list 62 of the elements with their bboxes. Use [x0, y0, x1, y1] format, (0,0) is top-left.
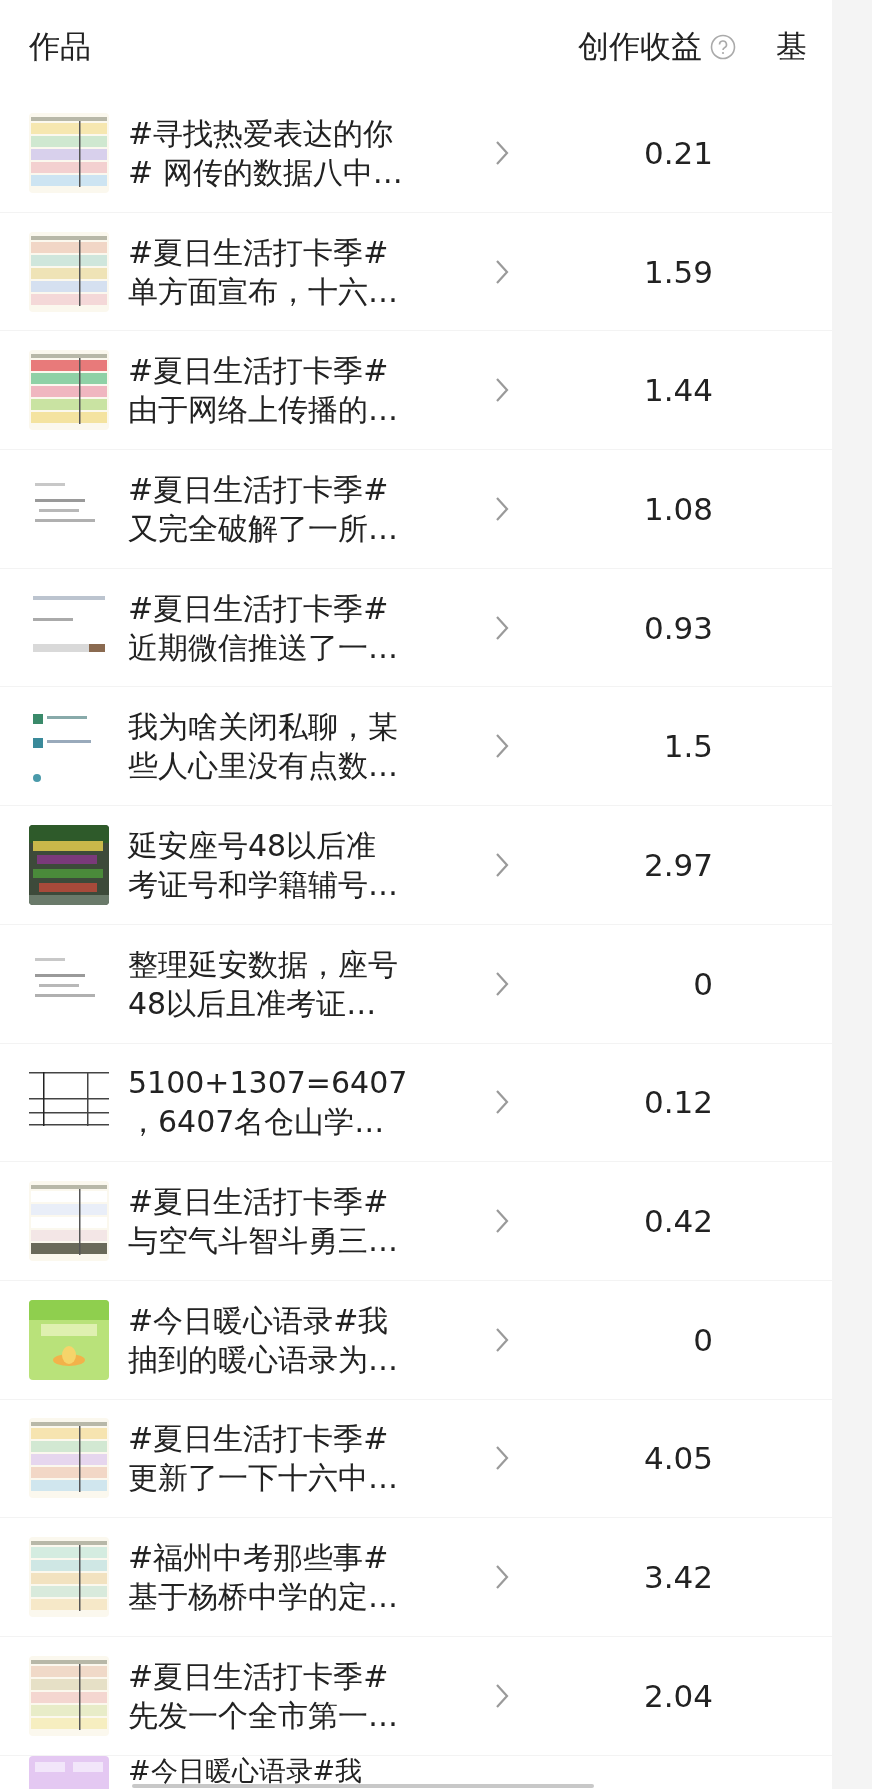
work-title-line[interactable]: 48以后且准考证… — [128, 983, 377, 1023]
column-header: 作品 — [29, 27, 91, 66]
chevron-icon[interactable] — [495, 1326, 509, 1353]
column-header: 基 — [776, 27, 808, 66]
work-title-line[interactable]: 些人心里没有点数… — [128, 746, 398, 786]
help-icon[interactable] — [710, 34, 736, 60]
work-title-line[interactable]: #夏日生活打卡季# — [128, 469, 389, 509]
work-title-line[interactable]: 由于网络上传播的… — [128, 390, 398, 430]
earnings-value: 2.04 — [643, 1677, 713, 1714]
work-title-line[interactable]: #寻找热爱表达的你 — [128, 113, 394, 153]
work-title-line[interactable]: #福州中考那些事# — [128, 1538, 389, 1578]
work-title-line[interactable]: 先发一个全市第一… — [128, 1695, 398, 1735]
work-title-line[interactable]: 更新了一下十六中… — [128, 1458, 398, 1498]
chevron-icon[interactable] — [495, 851, 509, 878]
work-title-line[interactable]: 基于杨桥中学的定… — [128, 1577, 398, 1617]
work-title-line[interactable]: 我为啥关闭私聊，某 — [128, 707, 398, 747]
earnings-value: 1.5 — [663, 728, 713, 765]
work-title-line[interactable]: #夏日生活打卡季# — [128, 1419, 389, 1459]
work-title-line[interactable]: #夏日生活打卡季# — [128, 351, 389, 391]
work-title-line[interactable]: ，6407名仓山学… — [128, 1102, 385, 1142]
column-header: 创作收益 — [578, 27, 702, 66]
chevron-icon[interactable] — [495, 733, 509, 760]
work-title-line[interactable]: 单方面宣布，十六… — [128, 271, 398, 311]
earnings-value: 0 — [693, 965, 713, 1002]
earnings-value: 0.12 — [643, 1084, 713, 1121]
earnings-value: 2.97 — [643, 846, 713, 883]
chevron-icon[interactable] — [495, 970, 509, 997]
earnings-value: 3.42 — [643, 1559, 713, 1596]
chevron-icon[interactable] — [495, 1564, 509, 1591]
scrollbar[interactable] — [132, 1784, 594, 1788]
work-title-line[interactable]: #今日暖心语录#我 — [128, 1755, 363, 1785]
earnings-value: 1.44 — [643, 372, 713, 409]
earnings-value: 0.21 — [643, 134, 713, 171]
work-title-line[interactable]: 整理延安数据，座号 — [128, 944, 398, 984]
chevron-icon[interactable] — [495, 495, 509, 522]
work-title-line[interactable]: 延安座号48以后准 — [128, 825, 377, 865]
earnings-value: 4.05 — [643, 1440, 713, 1477]
work-title-line[interactable]: 考证号和学籍辅号… — [128, 864, 398, 904]
work-title-line[interactable]: 近期微信推送了一… — [128, 627, 398, 667]
work-title-line[interactable]: #今日暖心语录#我 — [128, 1300, 389, 1340]
earnings-value: 0.93 — [643, 609, 713, 646]
work-title-line[interactable]: 抽到的暖心语录为… — [128, 1339, 398, 1379]
earnings-value: 0.42 — [643, 1203, 713, 1240]
work-title-line[interactable]: #夏日生活打卡季# — [128, 1656, 389, 1696]
work-title-line[interactable]: 与空气斗智斗勇三… — [128, 1221, 398, 1261]
earnings-value: 1.08 — [643, 490, 713, 527]
earnings-value: 1.59 — [643, 253, 713, 290]
work-title-line[interactable]: 5100+1307=6407 — [128, 1063, 408, 1103]
chevron-icon[interactable] — [495, 1089, 509, 1116]
chevron-icon[interactable] — [495, 258, 509, 285]
chevron-icon[interactable] — [495, 1445, 509, 1472]
chevron-icon[interactable] — [495, 1208, 509, 1235]
chevron-icon[interactable] — [495, 377, 509, 404]
work-title-line[interactable]: #夏日生活打卡季# — [128, 1182, 389, 1222]
work-title-line[interactable]: # 网传的数据八中… — [128, 152, 403, 192]
work-title-line[interactable]: #夏日生活打卡季# — [128, 588, 389, 628]
earnings-value: 0 — [693, 1321, 713, 1358]
chevron-icon[interactable] — [495, 139, 509, 166]
chevron-icon[interactable] — [495, 1682, 509, 1709]
work-title-line[interactable]: 又完全破解了一所… — [128, 508, 398, 548]
chevron-icon[interactable] — [495, 614, 509, 641]
work-title-line[interactable]: #夏日生活打卡季# — [128, 232, 389, 272]
